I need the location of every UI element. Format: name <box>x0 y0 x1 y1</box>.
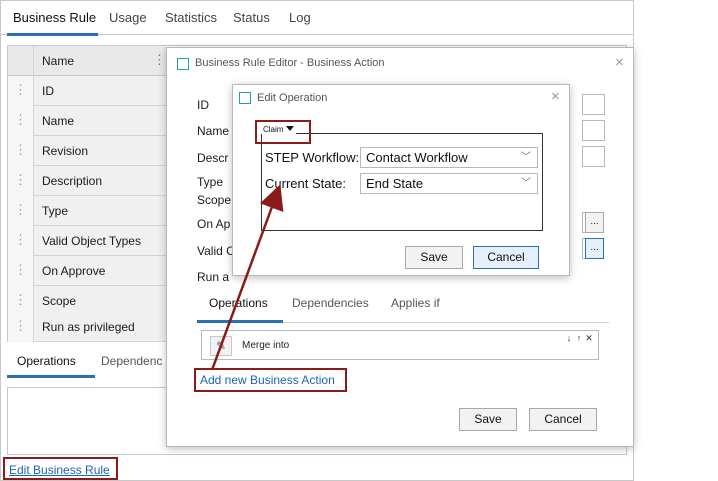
current-state-label: Current State: <box>265 176 346 191</box>
drag-handle-icon[interactable]: ⋮ <box>8 312 34 342</box>
grid-row-label: Revision <box>42 144 89 158</box>
tab-dependencies[interactable]: Dependenc <box>101 354 162 368</box>
highlight-box-add-link <box>194 368 347 392</box>
save-button[interactable]: Save <box>459 408 517 431</box>
dialog-icon <box>177 58 189 70</box>
grid-row-label: Description <box>42 174 103 188</box>
tab-statistics[interactable]: Statistics <box>165 10 217 25</box>
tab-status[interactable]: Status <box>233 10 270 25</box>
step-workflow-label: STEP Workflow: <box>265 150 360 165</box>
close-icon[interactable]: × <box>615 54 624 71</box>
move-up-icon[interactable]: ↑ <box>574 333 584 344</box>
drag-handle-icon[interactable]: ⋮ <box>8 136 34 166</box>
save-button[interactable]: Save <box>405 246 463 269</box>
grid-row[interactable]: ⋮ Type <box>8 196 168 226</box>
current-state-value: End State <box>366 176 424 191</box>
drag-handle-icon[interactable]: ⋮ <box>8 196 34 226</box>
tab-operations[interactable]: Operations <box>209 296 268 310</box>
field-label-run-as: Run a <box>197 270 230 284</box>
tab-dependencies[interactable]: Dependencies <box>292 296 369 310</box>
grid-row-label: On Approve <box>42 264 106 278</box>
grid-row-label: Name <box>42 114 75 128</box>
grid-header-handle-cell <box>8 46 34 76</box>
grid-row-label: Type <box>42 204 69 218</box>
grid-row[interactable]: ⋮ Revision <box>8 136 168 166</box>
active-tab-indicator <box>197 320 283 323</box>
move-down-icon[interactable]: ↓ <box>564 333 574 344</box>
field-label-id: ID <box>197 98 209 112</box>
top-tab-bar: Business Rule Usage Statistics Status Lo… <box>1 1 633 36</box>
highlight-box-edit-link <box>3 457 118 480</box>
field-label-type: Type <box>197 175 224 189</box>
field-label-name: Name <box>197 124 230 138</box>
valid-object-types-browse-button[interactable]: ... <box>585 238 604 259</box>
field-label-scope: Scope <box>197 193 232 207</box>
grid-row[interactable]: ⋮ Valid Object Types <box>8 226 168 256</box>
name-input[interactable] <box>582 120 605 141</box>
drag-handle-icon[interactable]: ⋮ <box>8 256 34 286</box>
tab-usage[interactable]: Usage <box>109 10 147 25</box>
active-tab-indicator <box>7 33 98 36</box>
dialog-title: Edit Operation <box>257 92 328 104</box>
dialog-title: Business Rule Editor - Business Action <box>195 57 385 69</box>
tab-operations[interactable]: Operations <box>17 354 76 368</box>
kebab-icon[interactable]: ⋮ <box>153 52 166 68</box>
tab-business-rule[interactable]: Business Rule <box>13 10 96 25</box>
grid-header: Name ⋮ <box>8 46 166 76</box>
tab-log[interactable]: Log <box>289 10 311 25</box>
grid-row[interactable]: ⋮ Name <box>8 106 168 136</box>
step-workflow-select[interactable]: Contact Workflow ﹀ <box>360 147 538 168</box>
grid-row-label: Run as privileged <box>42 320 135 334</box>
grid-row-label: Valid Object Types <box>42 234 141 248</box>
dialog-icon <box>239 92 251 104</box>
grid-header-name[interactable]: Name <box>42 54 74 68</box>
grid-row[interactable]: ⋮ On Approve <box>8 256 168 286</box>
grid-row-label: Scope <box>42 294 77 308</box>
grid-row[interactable]: ⋮ Description <box>8 166 168 196</box>
highlight-box-claim <box>255 120 311 144</box>
description-input[interactable] <box>582 146 605 167</box>
drag-handle-icon[interactable]: ⋮ <box>8 76 34 106</box>
grid-row[interactable]: ⋮ ID <box>8 76 168 106</box>
remove-icon[interactable]: ✕ <box>584 333 594 344</box>
operation-list: ✎ Merge into ↓ ↑ ✕ <box>201 330 599 360</box>
edit-operation-dialog: Edit Operation × Claim STEP Workflow: Co… <box>232 84 570 276</box>
field-label-description: Descr <box>197 151 229 165</box>
cancel-button[interactable]: Cancel <box>473 246 539 269</box>
cancel-button[interactable]: Cancel <box>529 408 597 431</box>
pencil-icon[interactable]: ✎ <box>210 336 232 356</box>
active-tab-indicator <box>7 375 95 378</box>
field-label-on-approve: On Ap <box>197 217 231 231</box>
drag-handle-icon[interactable]: ⋮ <box>8 226 34 256</box>
id-input[interactable] <box>582 94 605 115</box>
drag-handle-icon[interactable]: ⋮ <box>8 166 34 196</box>
step-workflow-value: Contact Workflow <box>366 150 468 165</box>
grid-row[interactable]: ⋮ Run as privileged <box>8 312 168 342</box>
current-state-select[interactable]: End State ﹀ <box>360 173 538 194</box>
on-approve-browse-button[interactable]: ... <box>585 212 604 233</box>
chevron-down-icon: ﹀ <box>521 152 531 163</box>
operation-label: Merge into <box>242 340 290 351</box>
grid-row-label: ID <box>42 84 54 98</box>
tab-applies-if[interactable]: Applies if <box>391 296 440 310</box>
chevron-down-icon: ﹀ <box>521 178 531 189</box>
close-icon[interactable]: × <box>551 88 560 105</box>
field-label-valid-object-types: Valid C <box>197 244 235 258</box>
drag-handle-icon[interactable]: ⋮ <box>8 106 34 136</box>
